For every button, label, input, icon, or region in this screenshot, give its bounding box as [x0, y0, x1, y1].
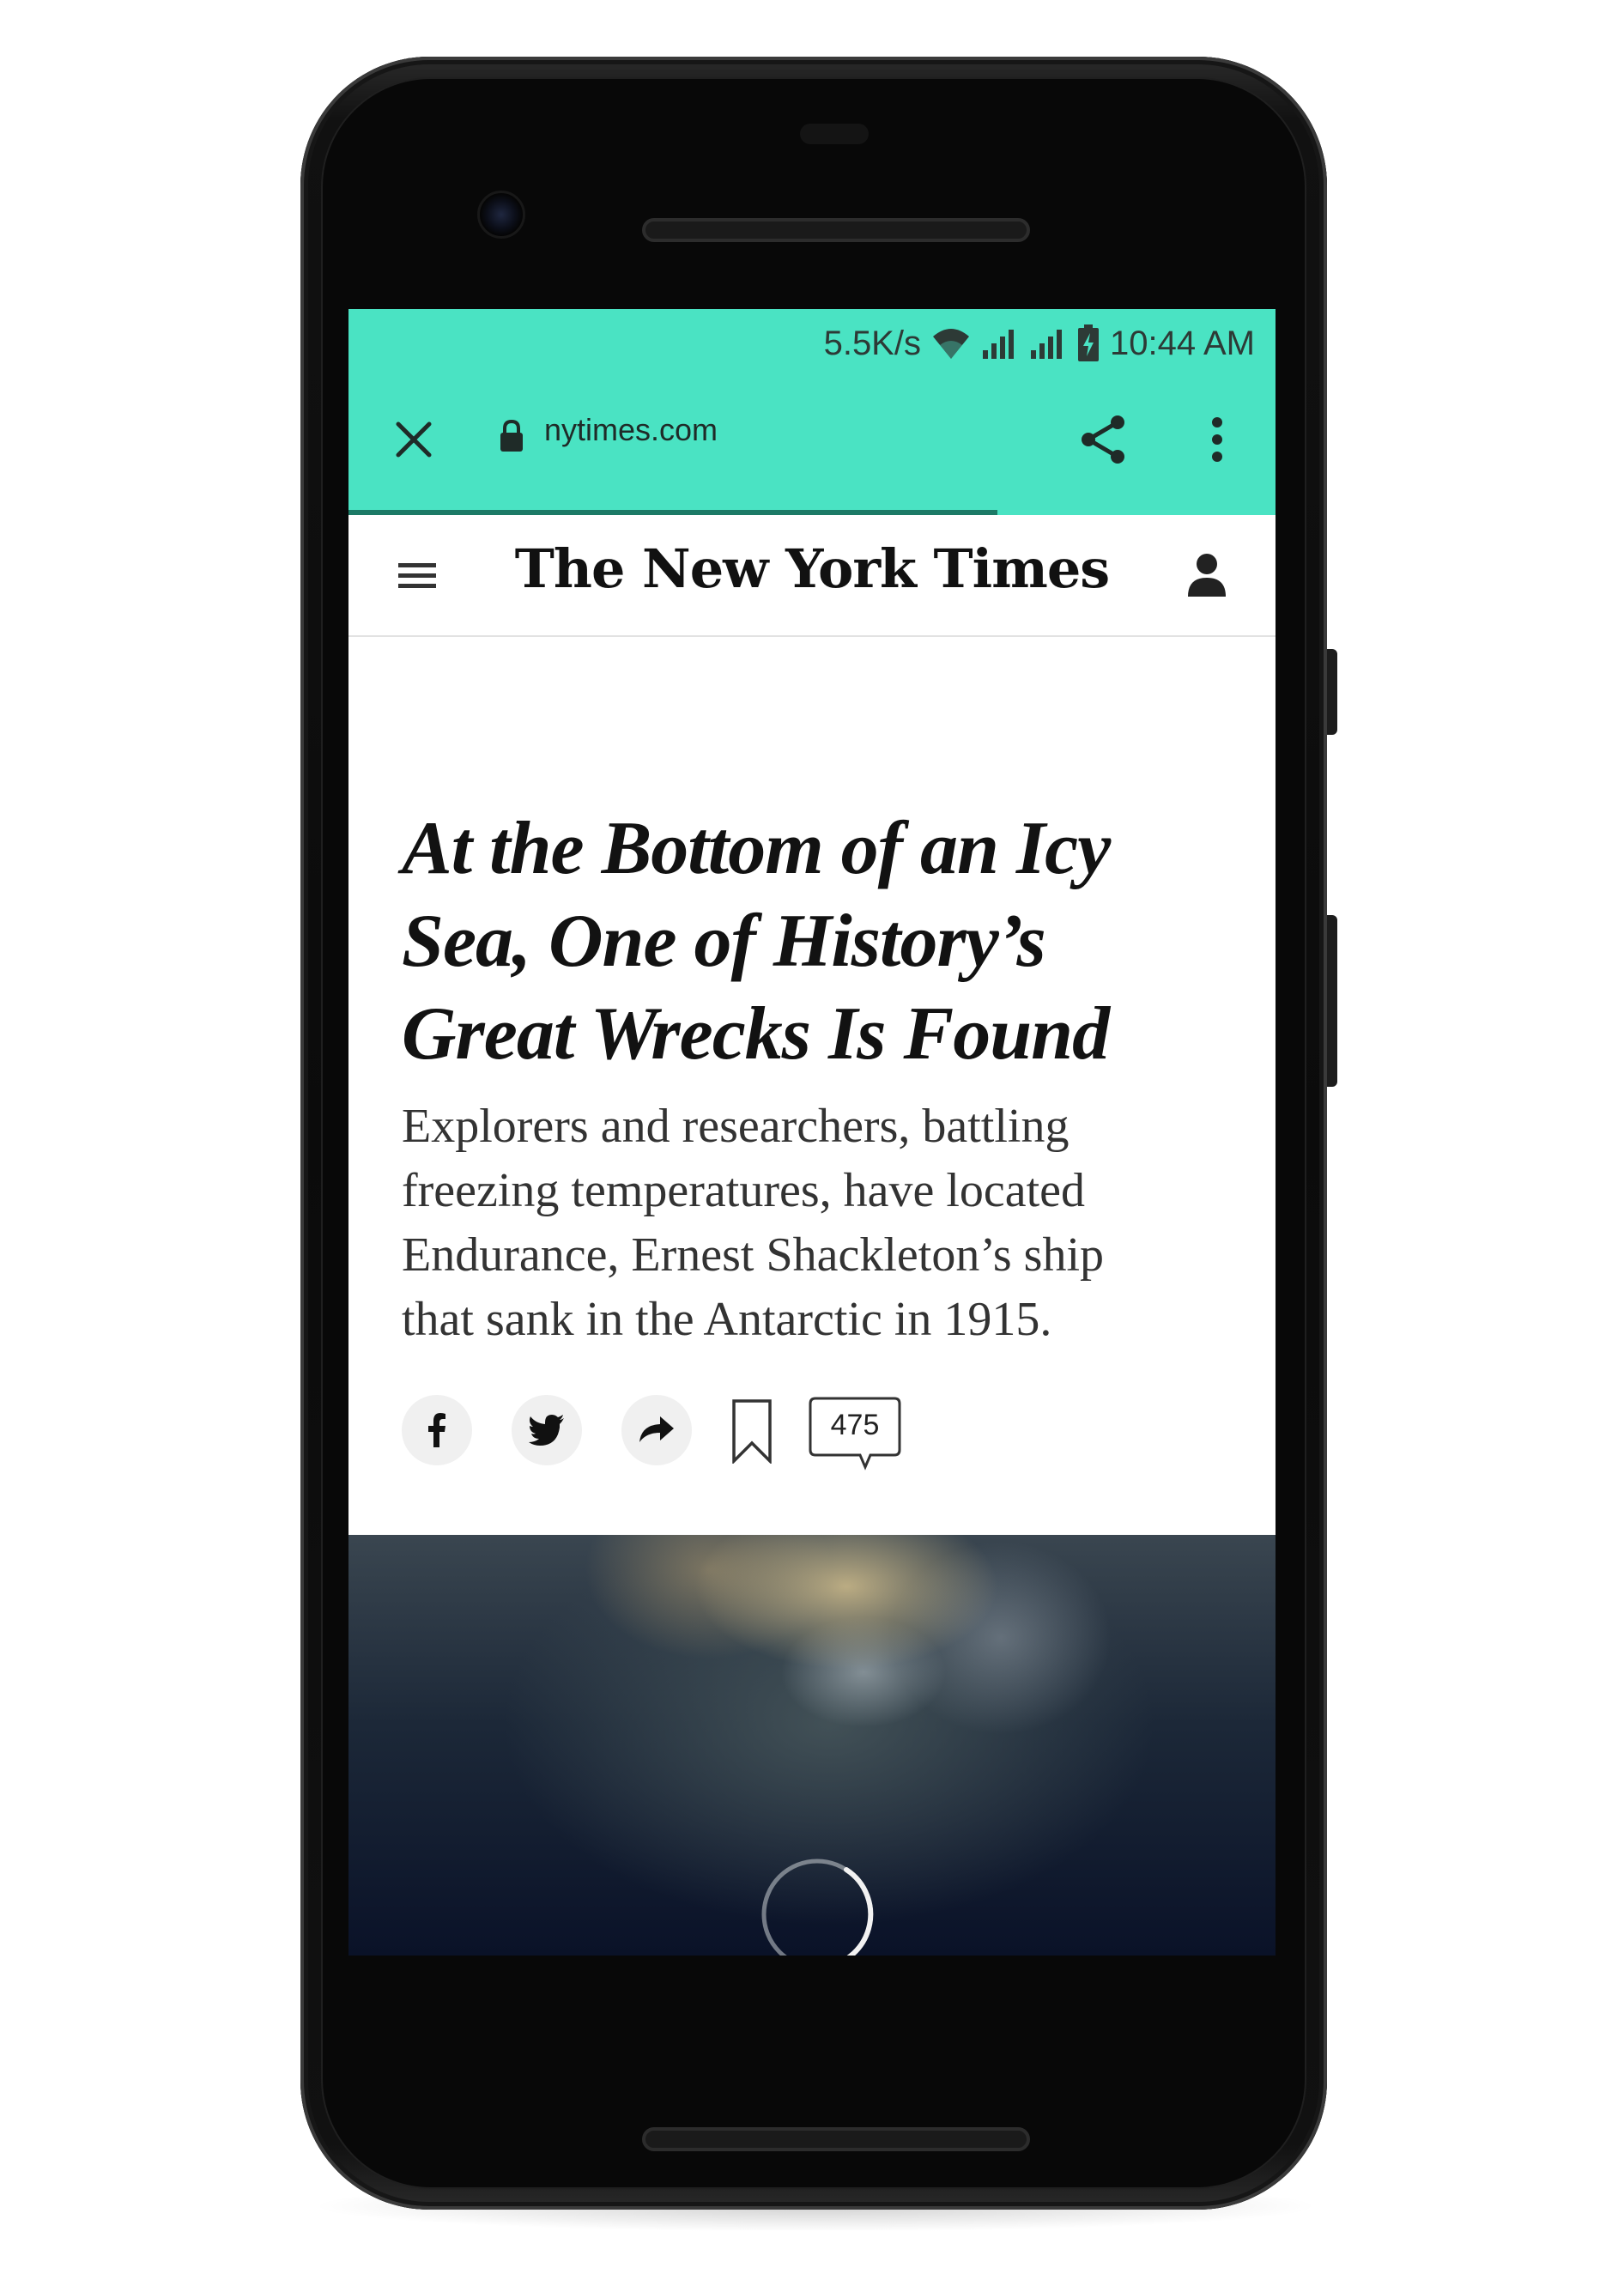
signal-icon: [982, 330, 1014, 359]
proximity-sensor: [800, 124, 869, 144]
more-vert-icon[interactable]: [1198, 410, 1236, 469]
bottom-speaker: [642, 2127, 1030, 2151]
browser-toolbar: [348, 378, 1276, 515]
front-camera: [477, 191, 525, 239]
phone-screen: 5.5K/s 10:44 AM nytimes.com The New York…: [348, 309, 1276, 1956]
lock-icon: [494, 417, 529, 455]
power-button: [1327, 649, 1337, 735]
wifi-icon: [932, 329, 969, 359]
top-speaker: [642, 218, 1030, 242]
bookmark-icon[interactable]: [726, 1395, 778, 1467]
twitter-icon[interactable]: [512, 1395, 582, 1465]
url-text[interactable]: nytimes.com: [544, 412, 718, 448]
person-icon[interactable]: [1181, 549, 1233, 601]
volume-button: [1327, 915, 1337, 1087]
comment-count: 475: [830, 1408, 880, 1441]
loading-spinner-icon: [761, 1859, 874, 1956]
share-icon[interactable]: [1075, 410, 1133, 469]
battery-charging-icon: [1077, 324, 1099, 361]
share-tools: 475: [402, 1395, 1088, 1471]
article-headline: At the Bottom of an Icy Sea, One of Hist…: [402, 807, 1111, 1076]
facebook-icon[interactable]: [402, 1395, 472, 1465]
comments-button[interactable]: 475: [809, 1397, 901, 1471]
site-header: The New York Times: [348, 515, 1276, 637]
status-bar: 5.5K/s 10:44 AM: [348, 309, 1276, 378]
signal-icon: [1030, 330, 1062, 359]
article-summary: Explorers and researchers, battling free…: [402, 1100, 1105, 1346]
share-arrow-icon[interactable]: [621, 1395, 692, 1465]
close-icon[interactable]: [386, 412, 441, 467]
clock: 10:44 AM: [1109, 324, 1255, 362]
net-speed: 5.5K/s: [823, 324, 921, 362]
site-logo[interactable]: The New York Times: [348, 537, 1276, 600]
